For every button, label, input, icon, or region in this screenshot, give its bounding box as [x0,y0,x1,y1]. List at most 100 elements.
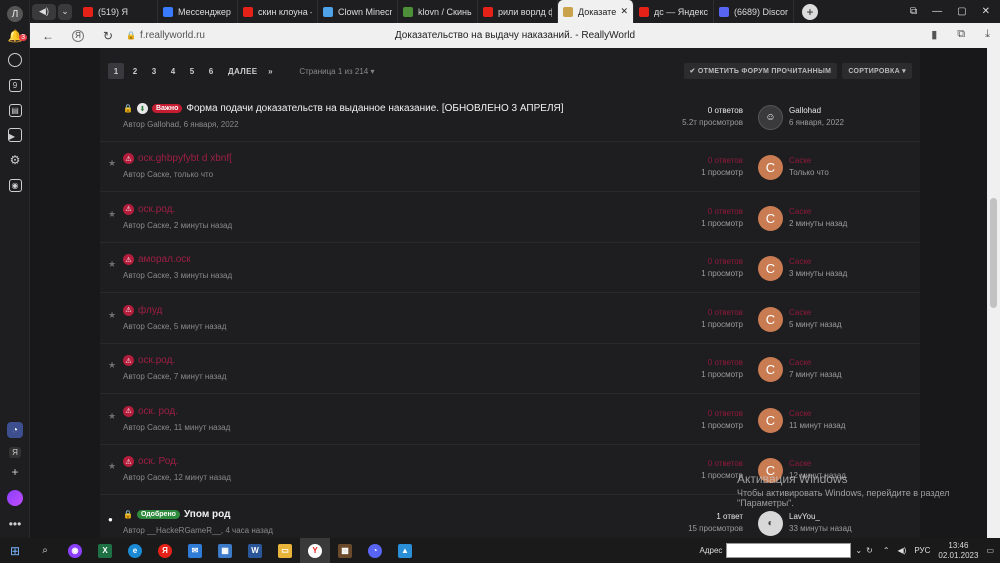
last-post-time[interactable]: 7 минут назад [789,369,842,381]
mark-forum-read-button[interactable]: ✔ ОТМЕТИТЬ ФОРУМ ПРОЧИТАННЫМ [683,63,838,79]
tab-8[interactable]: (6689) Discord [714,0,794,23]
pagination-next[interactable]: ДАЛЕЕ [226,63,259,79]
last-post-user[interactable]: Саске [789,458,846,470]
last-post-time[interactable]: 5 минут назад [789,319,842,331]
last-post-time[interactable]: 33 минуты назад [789,523,852,535]
topic-row[interactable]: ★ ⚠ аморал.оск Автор Саске, 3 минуты наз… [100,243,920,293]
topic-title[interactable]: флуд [138,305,162,316]
topic-title[interactable]: Упом род [184,509,230,520]
topic-row[interactable]: ★ ⚠ оск. род. Автор Саске, 11 минут наза… [100,395,920,445]
last-post-user[interactable]: Gallohad [789,105,844,117]
speaker-icon[interactable]: ◀) [898,546,907,555]
alice-taskbar-icon[interactable]: ◉ [60,538,90,563]
topic-title[interactable]: оск. род. [138,406,178,417]
last-post-time[interactable]: 11 минут назад [789,420,845,432]
tab-7[interactable]: дс — Яндекс [634,0,714,23]
windows-start-icon[interactable]: ⊞ [0,538,30,563]
star-icon[interactable]: ★ [108,259,116,270]
yandex-active-icon[interactable]: Y [300,538,330,563]
tab-0[interactable]: (519) Я [78,0,158,23]
topic-row[interactable]: ★ ⚠ оск.ghbpyfybt d xbnf[ Автор Саске, т… [100,142,920,192]
topic-author[interactable]: Автор Саске, 5 минут назад [123,322,226,331]
tab-3[interactable]: Clown Minecr [318,0,398,23]
topic-row[interactable]: ★ ⚠ оск.род. Автор Саске, 7 минут назад … [100,344,920,394]
pinned-topic-row[interactable]: 🔒 ⬇ Важно Форма подачи доказательств на … [100,92,920,142]
topic-row[interactable]: ★ ⚠ флуд Автор Саске, 5 минут назад 0 от… [100,294,920,344]
star-icon[interactable]: ★ [108,158,116,169]
topic-title[interactable]: Форма подачи доказательств на выданное н… [186,103,563,114]
page-info-dropdown[interactable]: Страница 1 из 214 ▾ [299,67,374,76]
pagination-page-3[interactable]: 3 [146,63,162,79]
yandex-y-icon[interactable]: Я [72,29,84,42]
topic-title[interactable]: оск.род. [138,355,175,366]
tray-chevron-up-icon[interactable]: ⌃ [883,546,890,555]
last-post-user[interactable]: Саске [789,206,847,218]
add-panel-icon[interactable]: + [5,462,25,482]
language-indicator[interactable]: РУС [914,546,930,555]
last-post-time[interactable]: Только что [789,167,829,179]
last-post-user[interactable]: Саске [789,256,847,268]
topic-title[interactable]: оск.ghbpyfybt d xbnf[ [138,153,232,164]
tab-4[interactable]: klovn / Скины [398,0,478,23]
discord-taskbar-icon[interactable]: ◔ [360,538,390,563]
notifications-center-icon[interactable]: ▭ [986,546,994,555]
alice-icon[interactable] [5,488,25,508]
word-icon[interactable]: W [240,538,270,563]
avatar[interactable]: С [758,256,783,281]
excel-icon[interactable]: X [90,538,120,563]
badge-9-icon[interactable]: 9 [5,75,25,95]
close-window-icon[interactable]: ✕ [982,6,990,17]
last-post-user[interactable]: Саске [789,357,842,369]
avatar[interactable]: С [758,155,783,180]
avatar[interactable]: ☺ [758,105,783,130]
video-icon[interactable]: ▸ [5,125,25,145]
tab-close-icon[interactable]: ✕ [620,6,628,17]
topic-author[interactable]: Автор Саске, 2 минуты назад [123,221,232,230]
topic-author[interactable]: Автор Саске, 3 минуты назад [123,271,232,280]
settings-gear-icon[interactable]: ⚙ [5,150,25,170]
last-post-user[interactable]: Саске [789,408,845,420]
new-tab-button[interactable]: + [802,3,818,20]
minecraft-icon[interactable]: ▩ [330,538,360,563]
collections-icon[interactable]: ▤ [5,100,25,120]
tab-6[interactable]: Доказатель ✕ [558,0,634,23]
minimize-icon[interactable]: — [932,6,942,17]
topic-row[interactable]: ★ ⚠ оск. Род. Автор Саске, 12 минут наза… [100,445,920,495]
pagination-page-6[interactable]: 6 [203,63,219,79]
chevron-down-icon[interactable]: ⌄ [855,546,862,555]
store-icon[interactable]: ▦ [210,538,240,563]
bookmark-icon[interactable]: ▮ [931,28,937,41]
history-icon[interactable] [5,50,25,70]
more-dots-icon[interactable]: ••• [5,514,25,534]
discord-sidebar-icon[interactable]: ◔ [5,420,25,440]
topic-author[interactable]: Автор Саске, 12 минут назад [123,473,231,482]
notifications-bell-icon[interactable]: 🔔 3 [5,26,27,46]
star-icon[interactable]: ★ [108,461,116,472]
star-icon[interactable]: ★ [108,411,116,422]
topic-title[interactable]: оск. Род. [138,456,179,467]
tab-manager-icon[interactable]: ⧉ [910,6,917,17]
pagination-page-1[interactable]: 1 [108,63,124,79]
last-post-time[interactable]: 2 минуты назад [789,218,847,230]
last-post-user[interactable]: LavYou_ [789,511,852,523]
scroll-thumb[interactable] [990,198,997,308]
tab-menu-chevron-icon[interactable]: ⌄ [58,3,72,20]
avatar[interactable]: ◐ [758,511,783,536]
mail-icon[interactable]: ✉ [180,538,210,563]
ya-sidebar-icon[interactable]: Я [5,442,25,462]
explorer-icon[interactable]: ▭ [270,538,300,563]
topic-title[interactable]: аморал.оск [138,254,191,265]
last-post-time[interactable]: 6 января, 2022 [789,117,844,129]
topic-author[interactable]: Автор Саске, только что [123,170,213,179]
scrollbar[interactable] [987,48,1000,538]
topic-author[interactable]: Автор __HackeRGameR__, 4 часа назад [123,526,273,535]
yandex-browser-icon[interactable]: Я [150,538,180,563]
last-post-time[interactable]: 3 минуты назад [789,268,847,280]
topic-author[interactable]: Автор Саске, 7 минут назад [123,372,226,381]
topic-row[interactable]: ★ ⚠ оск.род. Автор Саске, 2 минуты назад… [100,193,920,243]
pagination-page-2[interactable]: 2 [127,63,143,79]
avatar[interactable]: С [758,205,783,231]
tab-5[interactable]: рили ворлд ф [478,0,558,23]
tab-1[interactable]: Мессенджер [158,0,238,23]
sort-button[interactable]: СОРТИРОВКА ▾ [842,63,912,79]
